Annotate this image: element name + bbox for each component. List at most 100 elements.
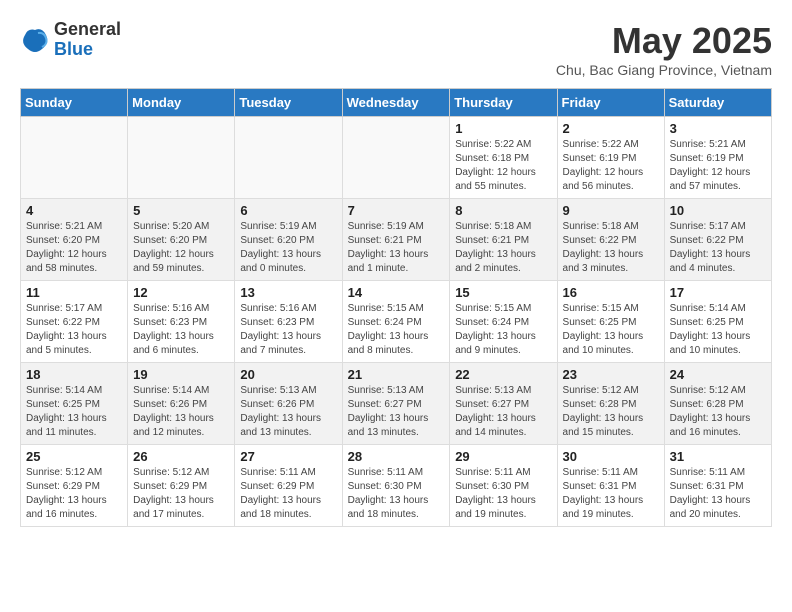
day-number: 30 — [563, 449, 659, 464]
day-number: 20 — [240, 367, 336, 382]
day-number: 23 — [563, 367, 659, 382]
day-number: 7 — [348, 203, 445, 218]
day-number: 18 — [26, 367, 122, 382]
calendar-cell: 2Sunrise: 5:22 AM Sunset: 6:19 PM Daylig… — [557, 117, 664, 199]
calendar-cell: 13Sunrise: 5:16 AM Sunset: 6:23 PM Dayli… — [235, 281, 342, 363]
day-info: Sunrise: 5:12 AM Sunset: 6:28 PM Dayligh… — [670, 384, 766, 440]
calendar-cell: 8 Sunrise: 5:18 AM Sunset: 6:21 PM Daylig… — [450, 199, 557, 281]
calendar-cell: 26Sunrise: 5:12 AM Sunset: 6:29 PM Dayli… — [128, 445, 235, 527]
day-number: 22 — [455, 367, 551, 382]
day-info: Sunrise: 5:21 AM Sunset: 6:20 PM Dayligh… — [26, 220, 122, 276]
header-wednesday: Wednesday — [342, 89, 450, 117]
calendar-header-row: SundayMondayTuesdayWednesdayThursdayFrid… — [21, 89, 772, 117]
day-info: Sunrise: 5:22 AM Sunset: 6:18 PM Dayligh… — [455, 138, 551, 194]
logo-text: General Blue — [54, 20, 121, 60]
logo-general: General — [54, 20, 121, 40]
day-number: 21 — [348, 367, 445, 382]
day-number: 5 — [133, 203, 229, 218]
calendar-cell: 28 Sunrise: 5:11 AM Sunset: 6:30 PM Dayli… — [342, 445, 450, 527]
day-info: Sunrise: 5:14 AM Sunset: 6:25 PM Dayligh… — [670, 302, 766, 358]
calendar-week-row: 25 Sunrise: 5:12 AM Sunset: 6:29 PM Dayli… — [21, 445, 772, 527]
day-number: 16 — [563, 285, 659, 300]
calendar-cell — [21, 117, 128, 199]
calendar-cell: 3 Sunrise: 5:21 AM Sunset: 6:19 PM Daylig… — [664, 117, 771, 199]
day-info: Sunrise: 5:18 AM Sunset: 6:22 PM Dayligh… — [563, 220, 659, 276]
calendar-cell: 12Sunrise: 5:16 AM Sunset: 6:23 PM Dayli… — [128, 281, 235, 363]
day-number: 17 — [670, 285, 766, 300]
calendar-cell: 9 Sunrise: 5:18 AM Sunset: 6:22 PM Daylig… — [557, 199, 664, 281]
day-number: 8 — [455, 203, 551, 218]
calendar-cell — [342, 117, 450, 199]
day-info: Sunrise: 5:17 AM Sunset: 6:22 PM Dayligh… — [670, 220, 766, 276]
header-sunday: Sunday — [21, 89, 128, 117]
day-info: Sunrise: 5:12 AM Sunset: 6:28 PM Dayligh… — [563, 384, 659, 440]
day-number: 15 — [455, 285, 551, 300]
calendar-cell: 25 Sunrise: 5:12 AM Sunset: 6:29 PM Dayli… — [21, 445, 128, 527]
day-number: 1 — [455, 121, 551, 136]
calendar-cell: 6 Sunrise: 5:19 AM Sunset: 6:20 PM Daylig… — [235, 199, 342, 281]
calendar-cell: 21 Sunrise: 5:13 AM Sunset: 6:27 PM Dayli… — [342, 363, 450, 445]
calendar-cell: 4Sunrise: 5:21 AM Sunset: 6:20 PM Daylig… — [21, 199, 128, 281]
calendar-cell: 19 Sunrise: 5:14 AM Sunset: 6:26 PM Dayli… — [128, 363, 235, 445]
day-number: 28 — [348, 449, 445, 464]
title-block: May 2025 Chu, Bac Giang Province, Vietna… — [556, 20, 772, 78]
day-number: 31 — [670, 449, 766, 464]
day-number: 24 — [670, 367, 766, 382]
day-number: 13 — [240, 285, 336, 300]
day-number: 11 — [26, 285, 122, 300]
calendar-cell: 16Sunrise: 5:15 AM Sunset: 6:25 PM Dayli… — [557, 281, 664, 363]
day-info: Sunrise: 5:12 AM Sunset: 6:29 PM Dayligh… — [26, 466, 122, 522]
header-tuesday: Tuesday — [235, 89, 342, 117]
calendar-cell — [128, 117, 235, 199]
day-info: Sunrise: 5:13 AM Sunset: 6:27 PM Dayligh… — [348, 384, 445, 440]
calendar-cell: 31Sunrise: 5:11 AM Sunset: 6:31 PM Dayli… — [664, 445, 771, 527]
calendar-cell: 10Sunrise: 5:17 AM Sunset: 6:22 PM Dayli… — [664, 199, 771, 281]
calendar-cell: 7 Sunrise: 5:19 AM Sunset: 6:21 PM Daylig… — [342, 199, 450, 281]
calendar-cell: 30Sunrise: 5:11 AM Sunset: 6:31 PM Dayli… — [557, 445, 664, 527]
month-title: May 2025 — [556, 20, 772, 62]
day-info: Sunrise: 5:18 AM Sunset: 6:21 PM Dayligh… — [455, 220, 551, 276]
calendar-cell — [235, 117, 342, 199]
calendar-week-row: 11 Sunrise: 5:17 AM Sunset: 6:22 PM Dayli… — [21, 281, 772, 363]
day-number: 19 — [133, 367, 229, 382]
day-number: 6 — [240, 203, 336, 218]
day-info: Sunrise: 5:11 AM Sunset: 6:30 PM Dayligh… — [348, 466, 445, 522]
day-number: 14 — [348, 285, 445, 300]
day-number: 3 — [670, 121, 766, 136]
header-thursday: Thursday — [450, 89, 557, 117]
day-info: Sunrise: 5:15 AM Sunset: 6:24 PM Dayligh… — [455, 302, 551, 358]
day-info: Sunrise: 5:15 AM Sunset: 6:24 PM Dayligh… — [348, 302, 445, 358]
calendar-table: SundayMondayTuesdayWednesdayThursdayFrid… — [20, 88, 772, 527]
logo: General Blue — [20, 20, 121, 60]
page-header: General Blue May 2025 Chu, Bac Giang Pro… — [20, 20, 772, 78]
day-info: Sunrise: 5:19 AM Sunset: 6:20 PM Dayligh… — [240, 220, 336, 276]
day-info: Sunrise: 5:17 AM Sunset: 6:22 PM Dayligh… — [26, 302, 122, 358]
day-number: 9 — [563, 203, 659, 218]
calendar-cell: 23 Sunrise: 5:12 AM Sunset: 6:28 PM Dayli… — [557, 363, 664, 445]
location-subtitle: Chu, Bac Giang Province, Vietnam — [556, 62, 772, 78]
calendar-cell: 11 Sunrise: 5:17 AM Sunset: 6:22 PM Dayli… — [21, 281, 128, 363]
day-number: 2 — [563, 121, 659, 136]
logo-blue: Blue — [54, 40, 121, 60]
day-info: Sunrise: 5:21 AM Sunset: 6:19 PM Dayligh… — [670, 138, 766, 194]
calendar-cell: 27Sunrise: 5:11 AM Sunset: 6:29 PM Dayli… — [235, 445, 342, 527]
calendar-cell: 22 Sunrise: 5:13 AM Sunset: 6:27 PM Dayli… — [450, 363, 557, 445]
calendar-week-row: 1 Sunrise: 5:22 AM Sunset: 6:18 PM Daylig… — [21, 117, 772, 199]
day-info: Sunrise: 5:13 AM Sunset: 6:26 PM Dayligh… — [240, 384, 336, 440]
calendar-cell: 17 Sunrise: 5:14 AM Sunset: 6:25 PM Dayli… — [664, 281, 771, 363]
day-number: 25 — [26, 449, 122, 464]
day-number: 12 — [133, 285, 229, 300]
day-info: Sunrise: 5:19 AM Sunset: 6:21 PM Dayligh… — [348, 220, 445, 276]
calendar-week-row: 4Sunrise: 5:21 AM Sunset: 6:20 PM Daylig… — [21, 199, 772, 281]
calendar-cell: 24 Sunrise: 5:12 AM Sunset: 6:28 PM Dayli… — [664, 363, 771, 445]
day-info: Sunrise: 5:13 AM Sunset: 6:27 PM Dayligh… — [455, 384, 551, 440]
day-number: 27 — [240, 449, 336, 464]
header-monday: Monday — [128, 89, 235, 117]
calendar-cell: 18Sunrise: 5:14 AM Sunset: 6:25 PM Dayli… — [21, 363, 128, 445]
day-info: Sunrise: 5:11 AM Sunset: 6:30 PM Dayligh… — [455, 466, 551, 522]
calendar-cell: 5Sunrise: 5:20 AM Sunset: 6:20 PM Daylig… — [128, 199, 235, 281]
header-friday: Friday — [557, 89, 664, 117]
day-info: Sunrise: 5:14 AM Sunset: 6:26 PM Dayligh… — [133, 384, 229, 440]
day-number: 29 — [455, 449, 551, 464]
calendar-cell: 15 Sunrise: 5:15 AM Sunset: 6:24 PM Dayli… — [450, 281, 557, 363]
